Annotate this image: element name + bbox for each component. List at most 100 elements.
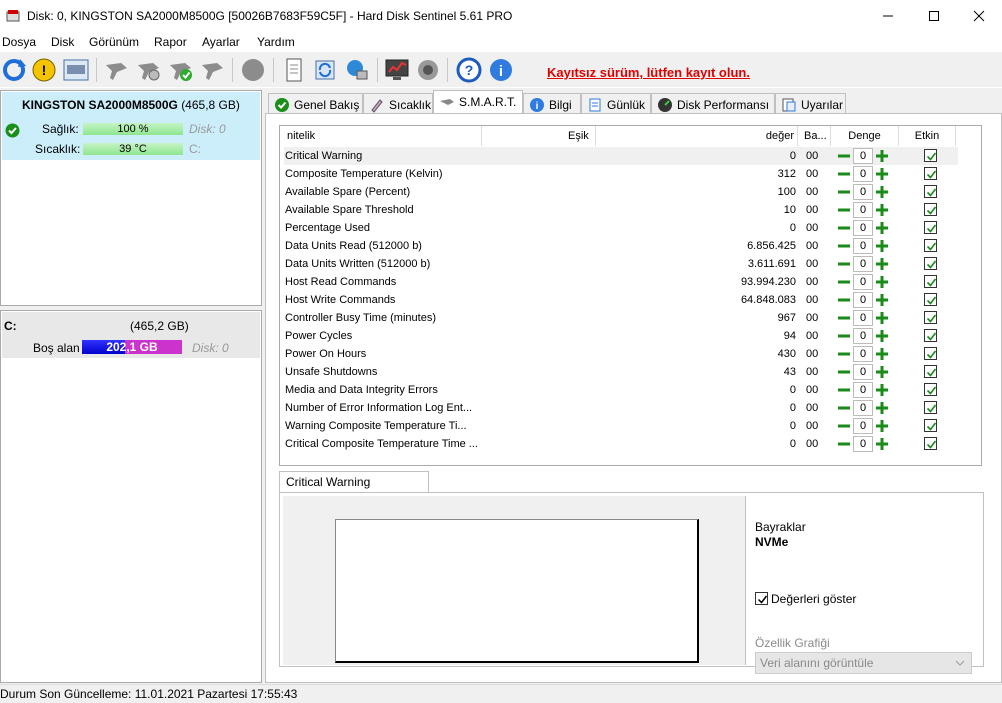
balance-value[interactable]: 0 <box>853 418 873 434</box>
menu-disk[interactable]: Disk <box>51 35 74 49</box>
active-checkbox[interactable] <box>924 167 937 180</box>
tab-attribute-detail[interactable]: Critical Warning (FF_1200) <box>279 471 429 509</box>
balance-value[interactable]: 0 <box>853 256 873 272</box>
tab-temperature[interactable]: Sıcaklık <box>363 93 433 114</box>
maximize-button[interactable] <box>911 0 957 32</box>
warning-button[interactable]: ! <box>30 56 58 84</box>
minus-icon[interactable] <box>837 167 851 181</box>
tab-overview[interactable]: Genel Bakış <box>268 93 363 114</box>
column-header-ba[interactable]: Ba... <box>798 126 831 146</box>
disk-panel[interactable]: KINGSTON SA2000M8500G (465,8 GB) Sağlık:… <box>0 90 262 306</box>
plus-icon[interactable] <box>875 347 889 361</box>
active-checkbox[interactable] <box>924 149 937 162</box>
minus-icon[interactable] <box>837 293 851 307</box>
menu-rapor[interactable]: Rapor <box>154 35 187 49</box>
close-button[interactable] <box>956 0 1002 32</box>
plus-icon[interactable] <box>875 365 889 379</box>
minus-icon[interactable] <box>837 329 851 343</box>
active-checkbox[interactable] <box>924 293 937 306</box>
table-row[interactable]: Data Units Read (512000 b) 6.856.425 00 0 <box>284 237 958 255</box>
balance-value[interactable]: 0 <box>853 148 873 164</box>
column-header-attribute[interactable]: nitelik <box>280 126 482 146</box>
balance-value[interactable]: 0 <box>853 202 873 218</box>
menu-ayarlar[interactable]: Ayarlar <box>202 35 240 49</box>
balance-value[interactable]: 0 <box>853 238 873 254</box>
sync-button[interactable] <box>311 56 339 84</box>
minus-icon[interactable] <box>837 311 851 325</box>
balance-value[interactable]: 0 <box>853 364 873 380</box>
plus-icon[interactable] <box>875 329 889 343</box>
table-row[interactable]: Data Units Written (512000 b) 3.611.691 00… <box>284 255 958 273</box>
minus-icon[interactable] <box>837 275 851 289</box>
balance-value[interactable]: 0 <box>853 400 873 416</box>
table-row[interactable]: Composite Temperature (Kelvin) 312 00 0 <box>284 165 958 183</box>
minus-icon[interactable] <box>837 365 851 379</box>
column-header-balance[interactable]: Denge <box>831 126 899 146</box>
plus-icon[interactable] <box>875 167 889 181</box>
plus-icon[interactable] <box>875 239 889 253</box>
table-row[interactable]: Power Cycles 94 00 0 <box>284 327 958 345</box>
table-row[interactable]: Critical Composite Temperature Time ... 0… <box>284 435 958 453</box>
minus-icon[interactable] <box>837 257 851 271</box>
minus-icon[interactable] <box>837 203 851 217</box>
plus-icon[interactable] <box>875 293 889 307</box>
balance-value[interactable]: 0 <box>853 328 873 344</box>
table-row[interactable]: Available Spare (Percent) 100 00 0 <box>284 183 958 201</box>
active-checkbox[interactable] <box>924 239 937 252</box>
feature-chart-dropdown[interactable]: Veri alanını görüntüle <box>755 652 972 674</box>
disk-tool-button-1[interactable] <box>103 56 131 84</box>
tab-performance[interactable]: Disk Performansı <box>651 93 775 114</box>
report-button[interactable] <box>280 56 308 84</box>
disk-tool-button-4[interactable] <box>199 56 227 84</box>
minus-icon[interactable] <box>837 437 851 451</box>
balance-value[interactable]: 0 <box>853 292 873 308</box>
active-checkbox[interactable] <box>924 383 937 396</box>
plus-icon[interactable] <box>875 203 889 217</box>
table-row[interactable]: Power On Hours 430 00 0 <box>284 345 958 363</box>
minus-icon[interactable] <box>837 221 851 235</box>
minus-icon[interactable] <box>837 383 851 397</box>
volume-summary[interactable]: C: (465,2 GB) Boş alan 202,1 GB Disk: 0 <box>2 312 260 358</box>
table-row[interactable]: Number of Error Information Log Ent... 0 0… <box>284 399 958 417</box>
table-row[interactable]: Critical Warning 0 00 0 <box>284 147 958 165</box>
tab-alerts[interactable]: Uyarılar <box>775 93 846 114</box>
table-row[interactable]: Available Spare Threshold 10 00 0 <box>284 201 958 219</box>
active-checkbox[interactable] <box>924 365 937 378</box>
column-header-active[interactable]: Etkin <box>899 126 956 146</box>
active-checkbox[interactable] <box>924 311 937 324</box>
plus-icon[interactable] <box>875 419 889 433</box>
table-row[interactable]: Percentage Used 0 00 0 <box>284 219 958 237</box>
active-checkbox[interactable] <box>924 437 937 450</box>
about-button[interactable]: i <box>487 56 515 84</box>
refresh-button[interactable] <box>0 56 28 84</box>
active-checkbox[interactable] <box>924 401 937 414</box>
disk-tool-button-3[interactable] <box>167 56 195 84</box>
active-checkbox[interactable] <box>924 203 937 216</box>
plus-icon[interactable] <box>875 383 889 397</box>
plus-icon[interactable] <box>875 257 889 271</box>
disk-summary[interactable]: KINGSTON SA2000M8500G (465,8 GB) Sağlık:… <box>2 92 260 160</box>
minimize-button[interactable] <box>865 0 911 32</box>
minus-icon[interactable] <box>837 419 851 433</box>
volume-panel[interactable]: C: (465,2 GB) Boş alan 202,1 GB Disk: 0 <box>0 310 262 683</box>
active-checkbox[interactable] <box>924 185 937 198</box>
disk-info-button[interactable] <box>62 56 90 84</box>
tab-info[interactable]: i Bilgi <box>523 93 581 114</box>
balance-value[interactable]: 0 <box>853 436 873 452</box>
sound-button[interactable] <box>414 56 442 84</box>
plus-icon[interactable] <box>875 311 889 325</box>
balance-value[interactable]: 0 <box>853 184 873 200</box>
table-row[interactable]: Media and Data Integrity Errors 0 00 0 <box>284 381 958 399</box>
balance-value[interactable]: 0 <box>853 310 873 326</box>
minus-icon[interactable] <box>837 149 851 163</box>
balance-value[interactable]: 0 <box>853 166 873 182</box>
plus-icon[interactable] <box>875 275 889 289</box>
show-values-checkbox[interactable] <box>755 592 768 605</box>
balance-value[interactable]: 0 <box>853 274 873 290</box>
balance-value[interactable]: 0 <box>853 346 873 362</box>
disk-tool-button-2[interactable] <box>135 56 163 84</box>
minus-icon[interactable] <box>837 185 851 199</box>
active-checkbox[interactable] <box>924 347 937 360</box>
table-row[interactable]: Warning Composite Temperature Ti... 0 00 0 <box>284 417 958 435</box>
plus-icon[interactable] <box>875 437 889 451</box>
